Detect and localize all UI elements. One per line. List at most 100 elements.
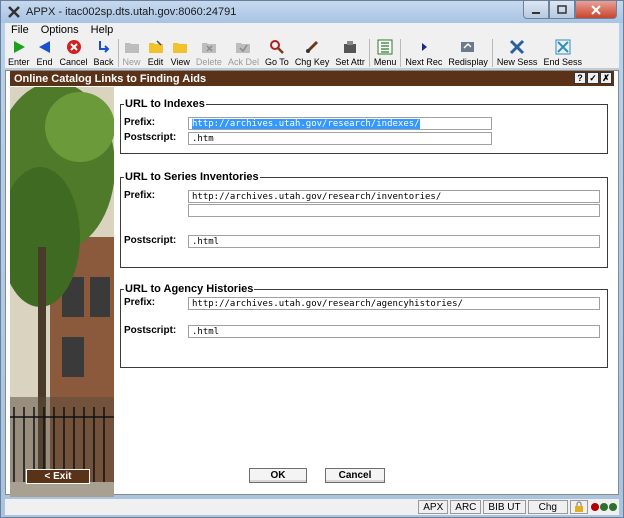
inventories-postscript-field[interactable]: .html (188, 235, 600, 248)
inventories-postscript-label: Postscript: (124, 235, 177, 246)
set-attributes-button[interactable]: Set Attr (332, 37, 368, 69)
delete-label: Delete (195, 57, 222, 67)
form-area: Online Catalog Links to Finding Aids ? ✓… (5, 70, 619, 497)
indexes-prefix-field[interactable]: http://archives.utah.gov/research/indexe… (188, 117, 492, 130)
change-key-button[interactable]: Chg Key (292, 37, 333, 69)
toolbar-separator (491, 39, 493, 67)
indexes-legend: URL to Indexes (125, 98, 205, 110)
exit-button[interactable]: < Exit (26, 469, 90, 484)
edit-label: Edit (147, 57, 164, 67)
set-attributes-label: Set Attr (335, 57, 365, 67)
toolbar-separator (400, 39, 402, 67)
indexes-prefix-value: http://archives.utah.gov/research/indexe… (192, 118, 420, 129)
window-title: APPX - itac002sp.dts.utah.gov:8060:24791 (26, 6, 237, 18)
histories-prefix-field[interactable]: http://archives.utah.gov/research/agency… (188, 297, 600, 310)
view-label: View (170, 57, 190, 67)
new-button[interactable]: New (120, 37, 144, 69)
help-button[interactable]: ? (574, 72, 586, 84)
view-button[interactable]: View (168, 37, 193, 69)
next-record-icon (415, 38, 433, 56)
menu-file[interactable]: File (5, 24, 35, 36)
new-session-button[interactable]: New Sess (494, 37, 541, 69)
title-bar: APPX - itac002sp.dts.utah.gov:8060:24791 (1, 1, 623, 23)
go-to-button[interactable]: Go To (262, 37, 292, 69)
end-label: End (36, 57, 53, 67)
cancel-button-toolbar[interactable]: Cancel (57, 37, 91, 69)
ack-delete-button[interactable]: Ack Del (225, 37, 262, 69)
inventories-group: URL to Series Inventories Prefix: http:/… (120, 171, 608, 268)
new-session-label: New Sess (496, 57, 538, 67)
back-button[interactable]: Back (91, 37, 117, 69)
back-label: Back (93, 57, 114, 67)
appx-logo-icon (6, 4, 22, 20)
lock-icon (570, 500, 588, 514)
indexes-postscript-field[interactable]: .htm (188, 132, 492, 145)
view-folder-icon (171, 38, 189, 56)
delete-button[interactable]: Delete (193, 37, 225, 69)
change-key-icon (303, 38, 321, 56)
redisplay-icon (459, 38, 477, 56)
building-tree-photo (10, 87, 114, 497)
edit-button[interactable]: Edit (144, 37, 168, 69)
ok-button[interactable]: OK (249, 468, 307, 483)
redisplay-label: Redisplay (448, 57, 488, 67)
enter-button[interactable]: Enter (5, 37, 33, 69)
end-icon (36, 38, 54, 56)
end-session-label: End Sess (543, 57, 582, 67)
minimize-button[interactable] (523, 1, 549, 19)
close-icon (591, 4, 601, 15)
ack-delete-label: Ack Del (227, 57, 259, 67)
menu-label: Menu (373, 57, 397, 67)
menu-icon (376, 38, 394, 56)
new-folder-icon (123, 38, 141, 56)
delete-folder-icon (200, 38, 218, 56)
inventories-prefix-field[interactable]: http://archives.utah.gov/research/invent… (188, 190, 600, 203)
inventories-legend: URL to Series Inventories (125, 171, 259, 183)
change-key-label: Chg Key (294, 57, 330, 67)
app-window: APPX - itac002sp.dts.utah.gov:8060:24791… (0, 0, 624, 518)
maximize-icon (557, 4, 567, 14)
toolbar-separator (368, 39, 370, 67)
confirm-button[interactable]: ✓ (587, 72, 599, 84)
close-button[interactable] (575, 1, 617, 19)
histories-legend: URL to Agency Histories (125, 283, 254, 295)
window-controls (523, 1, 617, 19)
status-light-green (600, 503, 608, 511)
new-session-icon (508, 38, 526, 56)
maximize-button[interactable] (549, 1, 575, 19)
next-record-label: Next Rec (405, 57, 443, 67)
form-header-buttons: ? ✓ ✗ (574, 72, 612, 84)
next-record-button[interactable]: Next Rec (402, 37, 445, 69)
inventories-prefix-label: Prefix: (124, 190, 156, 201)
menu-button[interactable]: Menu (371, 37, 400, 69)
end-session-icon (554, 38, 572, 56)
indexes-postscript-label: Postscript: (124, 132, 177, 143)
redisplay-button[interactable]: Redisplay (445, 37, 491, 69)
menu-bar: File Options Help (5, 23, 619, 37)
cancel-button[interactable]: Cancel (325, 468, 385, 483)
histories-postscript-field[interactable]: .html (188, 325, 600, 338)
status-arc: ARC (450, 500, 482, 514)
status-light-red (591, 503, 599, 511)
histories-group: URL to Agency Histories Prefix: http://a… (120, 283, 608, 368)
histories-postscript-label: Postscript: (124, 325, 177, 336)
form-title: Online Catalog Links to Finding Aids (14, 72, 207, 85)
dismiss-button[interactable]: ✗ (600, 72, 612, 84)
end-session-button[interactable]: End Sess (540, 37, 585, 69)
menu-options[interactable]: Options (35, 24, 85, 36)
status-apx: APX (418, 500, 449, 514)
ack-delete-icon (234, 38, 252, 56)
histories-prefix-label: Prefix: (124, 297, 156, 308)
menu-help[interactable]: Help (85, 24, 120, 36)
cancel-label: Cancel (59, 57, 88, 67)
edit-folder-icon (147, 38, 165, 56)
end-button[interactable]: End (33, 37, 57, 69)
enter-label: Enter (8, 57, 30, 67)
toolbar-separator (117, 39, 119, 67)
form-title-bar: Online Catalog Links to Finding Aids ? ✓… (10, 71, 614, 86)
inventories-prefix-field-2[interactable] (188, 204, 600, 217)
status-lights (591, 503, 617, 511)
go-to-label: Go To (264, 57, 289, 67)
cancel-icon (65, 38, 83, 56)
status-mode: Chg (527, 500, 568, 514)
